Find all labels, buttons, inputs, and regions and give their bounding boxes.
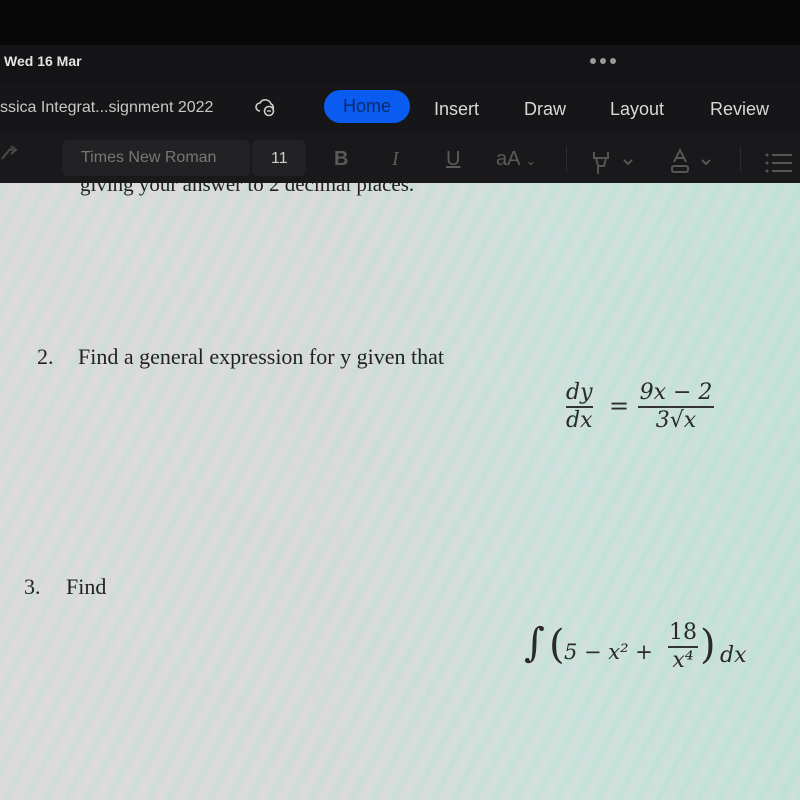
- tab-review[interactable]: Review: [710, 99, 769, 120]
- highlighter-icon[interactable]: [592, 150, 638, 176]
- open-paren: (: [549, 622, 565, 668]
- integrand-terms: 5 − x² +: [564, 640, 653, 664]
- status-bar: [0, 45, 800, 85]
- tab-draw[interactable]: Draw: [524, 99, 566, 120]
- rhs-denominator: 3√x: [655, 407, 697, 433]
- font-size-change-button[interactable]: aA ⌄: [496, 148, 536, 171]
- differential: dx: [720, 643, 747, 668]
- document-page[interactable]: [0, 183, 800, 800]
- fraction-denominator: x⁴: [672, 647, 694, 673]
- rhs-fraction: 9x − 2 3√x: [638, 380, 714, 434]
- underline-button[interactable]: U: [446, 148, 460, 171]
- cloud-sync-icon[interactable]: [254, 97, 278, 117]
- toolbar-divider: [740, 146, 741, 172]
- font-size-value: 11: [271, 150, 288, 167]
- font-color-icon[interactable]: [670, 148, 716, 176]
- q3-number: 3.: [24, 574, 41, 599]
- dy-dx-fraction: dy dx: [566, 380, 593, 434]
- tab-insert[interactable]: Insert: [434, 99, 479, 120]
- lhs-denominator: dx: [566, 407, 593, 433]
- font-name-value: Times New Roman: [81, 149, 217, 166]
- lhs-numerator: dy: [566, 380, 593, 405]
- integral-sign: ∫: [524, 620, 545, 666]
- screen-bezel: [0, 0, 800, 45]
- tab-home[interactable]: Home: [324, 90, 411, 123]
- ellipsis-icon[interactable]: [590, 58, 616, 64]
- equals-sign: =: [609, 392, 630, 420]
- italic-button[interactable]: I: [392, 148, 399, 171]
- tab-layout[interactable]: Layout: [610, 99, 664, 120]
- q2-text: Find a general expression for y given th…: [78, 344, 444, 369]
- font-size-change-label: aA: [496, 148, 521, 170]
- bulleted-list-icon[interactable]: [764, 152, 794, 174]
- chevron-down-icon: ⌄: [525, 153, 537, 168]
- status-date: Wed 16 Mar: [4, 53, 82, 69]
- rhs-numerator: 9x − 2: [639, 380, 713, 405]
- redo-icon[interactable]: [0, 141, 20, 163]
- toolbar-divider: [566, 146, 567, 172]
- q3-text: Find: [66, 574, 107, 599]
- close-paren: ): [700, 622, 716, 668]
- bold-button[interactable]: B: [334, 148, 348, 171]
- integrand-fraction: 18 x⁴: [668, 620, 698, 674]
- fraction-numerator: 18: [669, 620, 697, 645]
- q2-number: 2.: [37, 344, 54, 369]
- document-title[interactable]: ssica Integrat...signment 2022: [0, 99, 213, 117]
